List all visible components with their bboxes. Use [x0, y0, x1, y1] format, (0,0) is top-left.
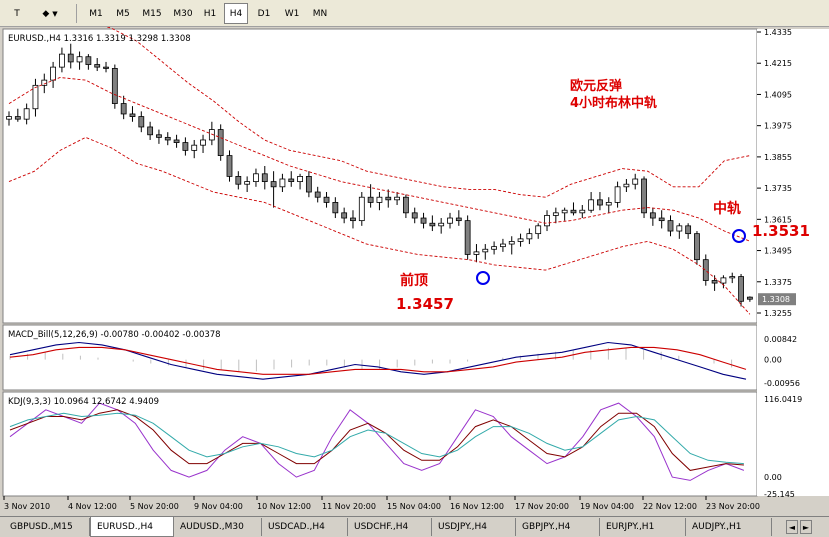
chart-area[interactable]: 1.43351.42151.40951.39751.38551.37351.36… [0, 27, 829, 516]
symbol-tab[interactable]: AUDUSD.,M30 [174, 518, 262, 536]
time-tick-label: 3 Nov 2010 [4, 502, 50, 511]
timeframe-button-mn[interactable]: MN [307, 3, 333, 24]
candle [358, 192, 365, 226]
macd-tick-label: 0.00 [764, 356, 782, 365]
candle [641, 176, 647, 219]
candle [694, 231, 700, 265]
kdj-tick-label: -25.145 [764, 490, 795, 499]
timeframe-button-m15[interactable]: M15 [138, 3, 166, 24]
timeframe-button-h4[interactable]: H4 [224, 3, 248, 24]
timeframe-button-m5[interactable]: M5 [111, 3, 135, 24]
symbol-tab[interactable]: USDCAD.,H4 [262, 518, 348, 536]
price-tick-label: 1.3975 [764, 122, 792, 131]
annotation-title-line2: 4小时布林中轨 [570, 95, 657, 111]
annotation-title-line1: 欧元反弹 [570, 78, 622, 94]
candle [464, 215, 471, 260]
symbol-tab-bar: GBPUSD.,M15 EURUSD.,H4 AUDUSD.,M30 USDCAD.,… [0, 516, 829, 537]
text-tool-button[interactable]: T [6, 3, 28, 24]
time-tick-label: 23 Nov 20:00 [706, 502, 760, 511]
symbol-tab[interactable]: USDCHF.,H4 [348, 518, 432, 536]
previous-top-label: 前顶 [400, 272, 428, 289]
shapes-icon: ◆ [42, 8, 50, 19]
chevron-down-icon: ▼ [52, 9, 58, 18]
price-tick-label: 1.3735 [764, 184, 792, 193]
macd-panel-header: MACD_Bill(5,12,26,9) -0.00780 -0.00402 -… [8, 330, 221, 340]
kdj-tick-label: 0.00 [764, 473, 782, 482]
price-tick-label: 1.3495 [764, 247, 792, 256]
symbol-tab[interactable]: AUDJPY.,H1 [686, 518, 772, 536]
tab-scroll-right-button[interactable]: ► [800, 520, 812, 534]
price-tick-label: 1.3255 [764, 309, 792, 318]
time-tick-label: 19 Nov 04:00 [580, 502, 634, 511]
toolbar-separator [76, 4, 77, 23]
candle [217, 124, 224, 161]
time-tick-label: 15 Nov 04:00 [387, 502, 441, 511]
timeframe-button-w1[interactable]: W1 [280, 3, 304, 24]
time-tick-label: 4 Nov 12:00 [68, 502, 117, 511]
macd-tick-label: -0.00956 [764, 379, 800, 388]
middle-band-value: 1.3531 [752, 222, 810, 240]
kdj-tick-label: 116.0419 [764, 395, 802, 404]
previous-top-value: 1.3457 [396, 295, 454, 313]
shapes-dropdown-button[interactable]: ◆ ▼ [32, 3, 68, 24]
time-tick-label: 5 Nov 20:00 [130, 502, 179, 511]
kdj-panel [2, 391, 758, 497]
timeframe-button-h1[interactable]: H1 [199, 3, 221, 24]
price-tick-label: 1.4215 [764, 59, 792, 68]
timeframe-button-d1[interactable]: D1 [252, 3, 276, 24]
price-tick-label: 1.3375 [764, 278, 792, 287]
kdj-panel-header: KDJ(9,3,3) 10.0964 12.6742 4.9409 [8, 397, 159, 407]
chart-toolbar: T ◆ ▼ M1 M5 M15 M30 H1 H4 D1 W1 MN [0, 0, 829, 27]
time-tick-label: 9 Nov 04:00 [194, 502, 243, 511]
tab-scroll-left-button[interactable]: ◄ [786, 520, 798, 534]
time-tick-label: 16 Nov 12:00 [450, 502, 504, 511]
symbol-tab[interactable]: USDJPY.,H4 [432, 518, 516, 536]
time-tick-label: 10 Nov 12:00 [257, 502, 311, 511]
middle-band-label: 中轨 [713, 200, 741, 217]
symbol-tab[interactable]: GBPUSD.,M15 [4, 518, 90, 536]
candle [738, 273, 744, 307]
macd-tick-label: 0.00842 [764, 335, 797, 344]
symbol-tab[interactable]: EURJPY.,H1 [600, 518, 686, 536]
time-tick-label: 17 Nov 20:00 [515, 502, 569, 511]
current-price-label: 1.3308 [762, 295, 790, 304]
time-tick-label: 11 Nov 20:00 [322, 502, 376, 511]
timeframe-button-m1[interactable]: M1 [84, 3, 108, 24]
candle [111, 64, 118, 109]
symbol-tab[interactable]: EURUSD.,H4 [90, 517, 174, 537]
price-tick-label: 1.4335 [764, 28, 792, 37]
price-tick-label: 1.4095 [764, 90, 792, 99]
timeframe-button-m30[interactable]: M30 [170, 3, 196, 24]
price-tick-label: 1.3855 [764, 153, 792, 162]
time-tick-label: 22 Nov 12:00 [643, 502, 697, 511]
price-panel-header: EURUSD.,H4 1.3316 1.3319 1.3298 1.3308 [8, 34, 191, 44]
symbol-tab[interactable]: GBPJPY.,H4 [516, 518, 600, 536]
